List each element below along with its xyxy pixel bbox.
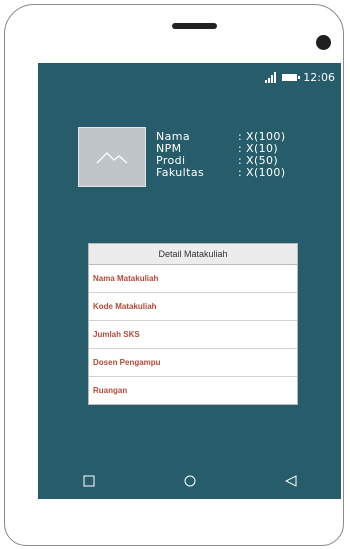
profile-label-fakultas: Fakultas — [156, 166, 205, 179]
square-icon — [83, 475, 94, 487]
profile-label-prodi: Prodi — [156, 154, 186, 167]
android-nav-bar — [38, 471, 341, 491]
phone-frame: 12:06 Nama : X(100) NPM : X(10) Prodi : … — [4, 4, 344, 546]
list-item-ruangan[interactable]: Ruangan — [89, 377, 297, 404]
list-item-kode-matakuliah[interactable]: Kode Matakuliah — [89, 293, 297, 321]
image-placeholder-icon — [96, 152, 128, 164]
home-button[interactable] — [178, 471, 202, 491]
profile-value-nama: : X(100) — [238, 130, 286, 143]
app-screen: 12:06 Nama : X(100) NPM : X(10) Prodi : … — [38, 63, 341, 499]
list-item-dosen-pengampu[interactable]: Dosen Pengampu — [89, 349, 297, 377]
status-time: 12:06 — [303, 70, 335, 84]
profile-info: Nama : X(100) NPM : X(10) Prodi : X(50) … — [156, 131, 286, 178]
back-button[interactable] — [279, 471, 303, 491]
profile-label-nama: Nama — [156, 130, 191, 143]
signal-icon — [265, 71, 277, 83]
list-item-nama-matakuliah[interactable]: Nama Matakuliah — [89, 265, 297, 293]
profile-value-npm: : X(10) — [238, 142, 279, 155]
avatar — [78, 127, 146, 187]
status-bar: 12:06 — [265, 69, 335, 85]
card-header: Detail Matakuliah — [89, 244, 297, 265]
circle-icon — [184, 475, 195, 487]
triangle-back-icon — [284, 475, 296, 487]
detail-matakuliah-card: Detail Matakuliah Nama Matakuliah Kode M… — [88, 243, 298, 405]
profile-value-prodi: : X(50) — [238, 154, 279, 167]
profile-value-fakultas: : X(100) — [238, 166, 286, 179]
recent-apps-button[interactable] — [77, 471, 101, 491]
speaker-grille — [172, 23, 217, 29]
front-camera — [316, 35, 331, 50]
profile-label-npm: NPM — [156, 142, 182, 155]
list-item-jumlah-sks[interactable]: Jumlah SKS — [89, 321, 297, 349]
battery-icon — [282, 73, 301, 81]
